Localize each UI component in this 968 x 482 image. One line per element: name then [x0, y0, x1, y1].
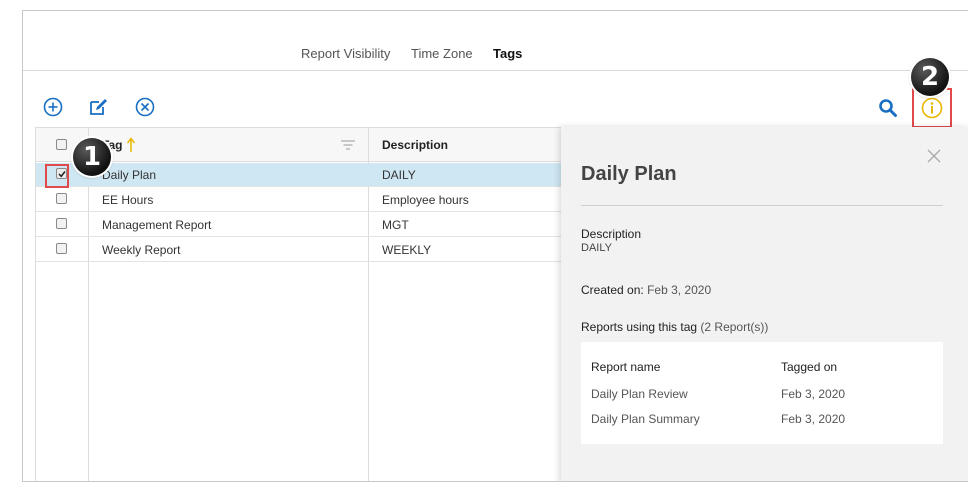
cancel-icon	[135, 97, 155, 117]
cell-tag: Management Report	[102, 218, 212, 232]
report-tagged-on: Feb 3, 2020	[781, 412, 846, 426]
edit-icon	[90, 99, 107, 115]
report-tagged-on: Feb 3, 2020	[781, 387, 846, 401]
cell-description: WEEKLY	[382, 243, 432, 257]
add-button[interactable]	[43, 97, 63, 117]
row-checkbox[interactable]	[56, 243, 67, 254]
reports-using-tag: Reports using this tag (2 Report(s))	[581, 320, 768, 334]
sort-ascending-icon[interactable]	[126, 137, 136, 153]
checkbox-highlight	[45, 164, 69, 188]
cell-description: DAILY	[382, 168, 416, 182]
table-row[interactable]: Daily Plan DAILY	[36, 163, 594, 188]
cell-tag: Daily Plan	[102, 168, 157, 182]
close-button[interactable]	[927, 149, 941, 163]
search-icon	[879, 99, 897, 117]
description-label: Description	[581, 227, 642, 241]
tags-page: Report Visibility Time Zone Tags Tag Des…	[22, 10, 968, 482]
info-icon	[921, 97, 943, 119]
tab-time-zone[interactable]: Time Zone	[411, 46, 473, 61]
callout-badge-1: 1	[73, 138, 111, 176]
reports-using-label: Reports using this tag	[581, 320, 698, 334]
cell-tag: Weekly Report	[102, 243, 181, 257]
cell-description: Employee hours	[382, 193, 469, 207]
close-icon	[927, 149, 941, 163]
tag-info-panel: Daily Plan Description DAILY Created on:…	[561, 127, 968, 481]
table-row[interactable]: EE Hours Employee hours	[36, 188, 594, 212]
column-header-report-name: Report name	[591, 360, 661, 374]
table-header: Tag Description	[36, 128, 594, 162]
reports-count: (2 Report(s))	[700, 320, 769, 334]
tab-bar: Report Visibility Time Zone Tags	[23, 11, 968, 71]
report-name[interactable]: Daily Plan Summary	[591, 412, 700, 426]
created-on-label: Created on:	[581, 283, 644, 297]
select-all-checkbox[interactable]	[56, 139, 67, 150]
created-on-value: Feb 3, 2020	[647, 283, 712, 297]
table-row[interactable]: Weekly Report WEEKLY	[36, 238, 594, 262]
search-button[interactable]	[878, 98, 898, 118]
row-checkbox[interactable]	[56, 193, 67, 204]
edit-button[interactable]	[88, 97, 108, 117]
cell-tag: EE Hours	[102, 193, 154, 207]
tab-report-visibility[interactable]: Report Visibility	[301, 46, 390, 61]
description-value: DAILY	[581, 242, 612, 254]
table-row[interactable]: Management Report MGT	[36, 213, 594, 237]
created-on: Created on: Feb 3, 2020	[581, 283, 711, 297]
add-icon	[43, 97, 63, 117]
tags-table: Tag Description Daily Plan DAILY EE Hour…	[35, 127, 595, 481]
panel-divider	[581, 205, 943, 206]
cancel-button[interactable]	[135, 97, 155, 117]
callout-badge-2: 2	[911, 58, 949, 96]
reports-table: Report name Tagged on Daily Plan Review …	[581, 342, 943, 444]
row-checkbox[interactable]	[56, 218, 67, 229]
panel-title: Daily Plan	[581, 163, 677, 185]
tab-tags[interactable]: Tags	[493, 46, 522, 61]
column-header-tagged-on: Tagged on	[781, 360, 838, 374]
filter-icon[interactable]	[341, 139, 355, 151]
cell-description: MGT	[382, 218, 409, 232]
column-header-description[interactable]: Description	[382, 128, 448, 162]
report-name[interactable]: Daily Plan Review	[591, 387, 688, 401]
